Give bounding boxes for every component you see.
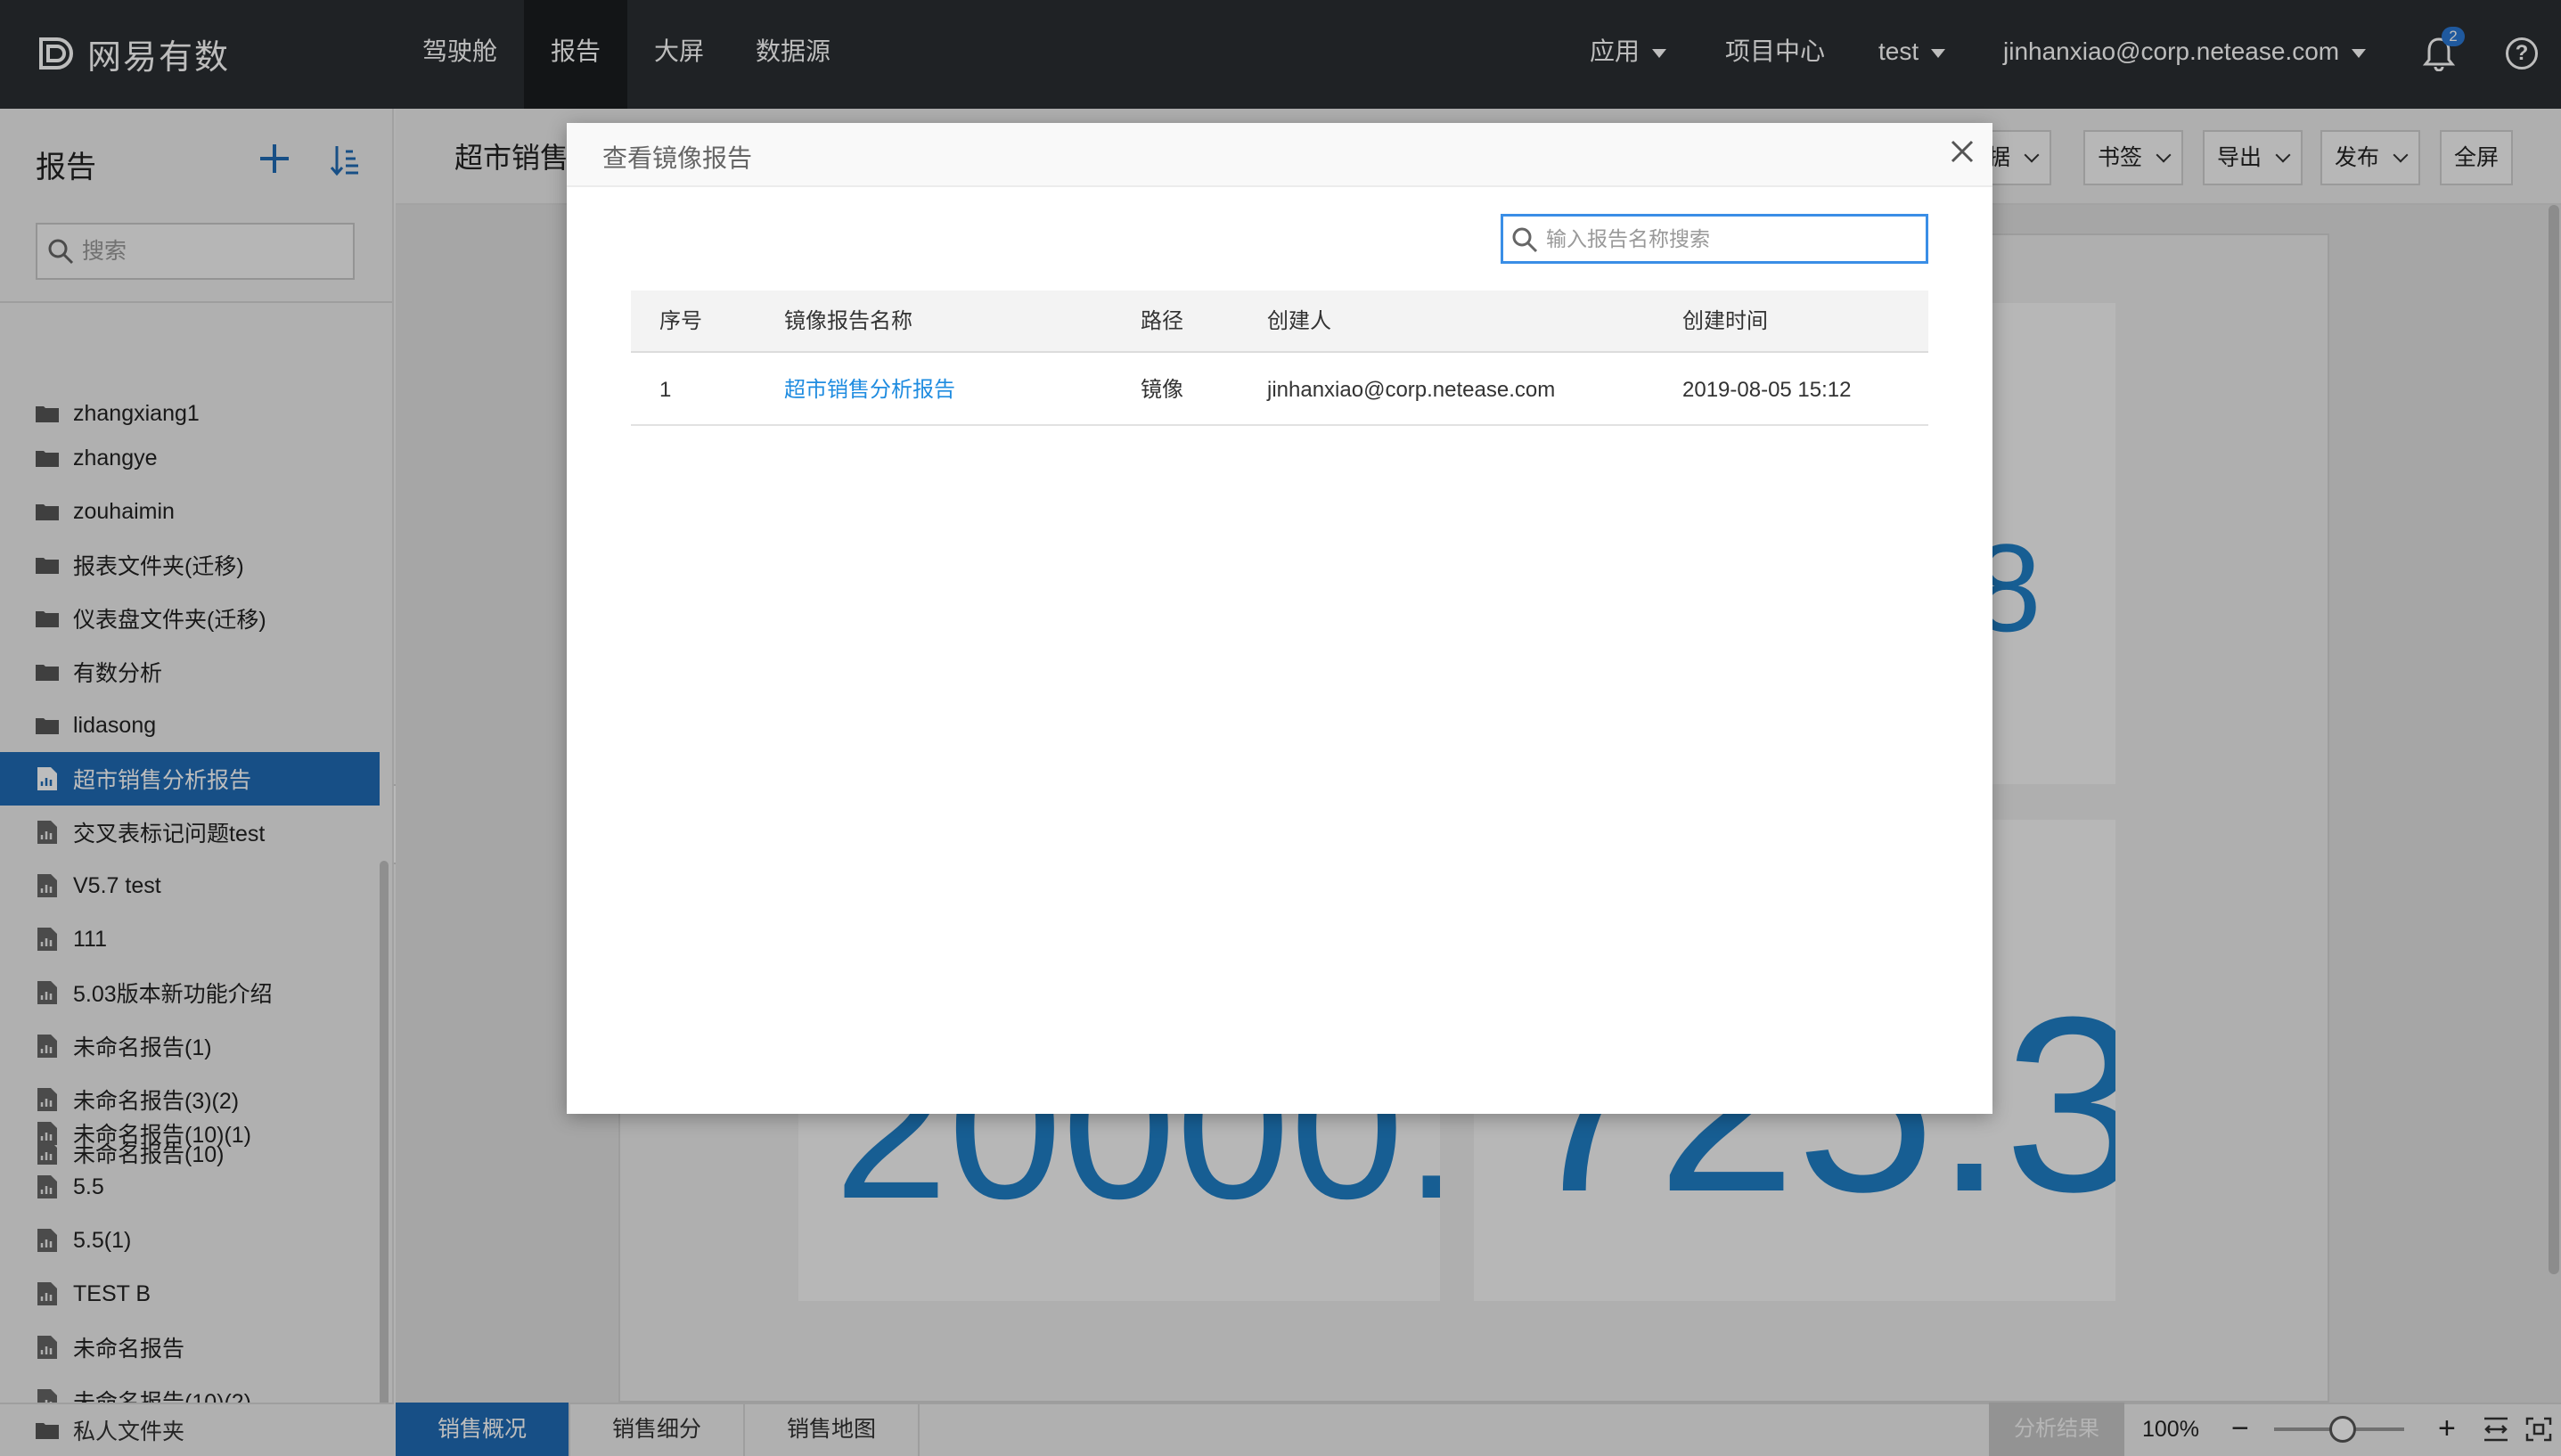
row-creator: jinhanxiao@corp.netease.com	[1267, 378, 1556, 402]
table-header: 序号 镜像报告名称 路径 创建人 创建时间	[631, 290, 1928, 353]
report-name-search-input[interactable]	[1546, 222, 1920, 256]
column-header-creator: 创建人	[1267, 309, 1331, 333]
search-icon	[1512, 227, 1538, 253]
column-header-created: 创建时间	[1682, 309, 1768, 333]
table-row: 1 超市销售分析报告 镜像 jinhanxiao@corp.netease.co…	[631, 355, 1928, 426]
row-path: 镜像	[1141, 378, 1183, 402]
row-created-time: 2019-08-05 15:12	[1682, 378, 1852, 402]
report-name-link[interactable]: 超市销售分析报告	[784, 355, 955, 426]
close-icon[interactable]	[1950, 139, 1975, 164]
row-index: 1	[659, 378, 672, 402]
report-name-search[interactable]	[1501, 214, 1928, 264]
column-header-name: 镜像报告名称	[784, 309, 912, 333]
column-header-path: 路径	[1141, 309, 1183, 333]
dialog-title: 查看镜像报告	[602, 144, 753, 172]
dialog-header: 查看镜像报告	[567, 123, 1992, 187]
column-header-index: 序号	[659, 309, 702, 333]
mirror-report-dialog: 查看镜像报告 序号 镜像报告名称 路径 创建人 创建时间 1 超市销售分析报告 …	[567, 123, 1992, 1114]
